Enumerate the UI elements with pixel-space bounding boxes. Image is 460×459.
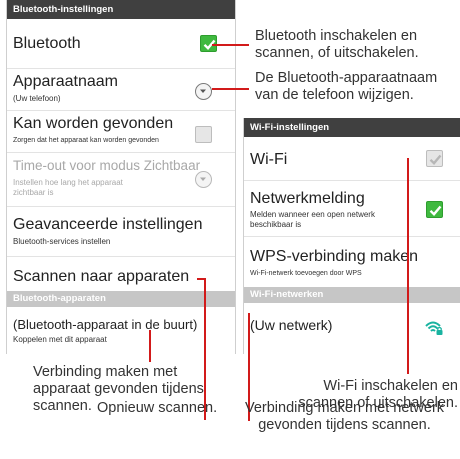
network-notification-row[interactable]: Netwerkmelding Melden wanneer een open n… <box>244 181 460 237</box>
visibility-timeout-subtitle: Instellen hoe lang het apparaat zichtbaa… <box>13 178 123 197</box>
advanced-settings-subtitle: Bluetooth-services instellen <box>13 237 111 246</box>
network-notification-label: Netwerkmelding <box>250 190 365 207</box>
advanced-settings-label: Geavanceerde instellingen <box>13 216 203 233</box>
bluetooth-toggle-row[interactable]: Bluetooth <box>7 19 235 69</box>
wifi-network-name: (Uw netwerk) <box>250 317 333 333</box>
wifi-network-row[interactable]: (Uw netwerk) <box>244 303 460 354</box>
callout-bt-name: De Bluetooth-apparaatnaam van de telefoo… <box>255 70 438 103</box>
bluetooth-toggle-label: Bluetooth <box>13 35 81 52</box>
wifi-checkbox[interactable] <box>426 150 443 167</box>
callout-bt-toggle: Bluetooth inschakelen en scannen, of uit… <box>255 28 419 61</box>
checkmark-icon <box>429 154 442 165</box>
wifi-toggle-label: Wi-Fi <box>250 151 288 168</box>
device-name-row[interactable]: Apparaatnaam (Uw telefoon) <box>7 69 235 111</box>
bluetooth-devices-header: Bluetooth-apparaten <box>7 291 235 307</box>
wps-connection-row[interactable]: WPS-verbinding maken Wi-Fi-netwerk toevo… <box>244 237 460 287</box>
scan-devices-row[interactable]: Scannen naar apparaten <box>7 257 235 291</box>
bluetooth-settings-header: Bluetooth-instellingen <box>7 0 235 19</box>
dropdown-arrow-icon[interactable] <box>195 171 212 188</box>
nearby-device-row[interactable]: (Bluetooth-apparaat in de buurt) Koppele… <box>7 307 235 354</box>
network-notification-checkbox[interactable] <box>426 201 443 218</box>
discoverable-subtitle: Zorgen dat het apparaat kan worden gevon… <box>13 137 159 144</box>
wifi-toggle-row[interactable]: Wi-Fi <box>244 137 460 181</box>
wifi-settings-screen: Wi-Fi-instellingen Wi-Fi Netwerkmelding … <box>243 118 460 354</box>
wifi-settings-header: Wi-Fi-instellingen <box>244 118 460 137</box>
callout-line-bt-toggle <box>212 44 249 46</box>
discoverable-row[interactable]: Kan worden gevonden Zorgen dat het appar… <box>7 111 235 153</box>
wps-connection-label: WPS-verbinding maken <box>250 248 419 265</box>
bluetooth-settings-screen: Bluetooth-instellingen Bluetooth Apparaa… <box>6 0 236 354</box>
nearby-device-subtitle: Koppelen met dit apparaat <box>13 335 107 344</box>
advanced-settings-row[interactable]: Geavanceerde instellingen Bluetooth-serv… <box>7 207 235 257</box>
device-name-label: Apparaatnaam <box>13 73 118 90</box>
visibility-timeout-label: Time-out voor modus Zichtbaar <box>13 158 201 173</box>
wifi-networks-header: Wi-Fi-netwerken <box>244 287 460 303</box>
wps-connection-subtitle: Wi-Fi-netwerk toevoegen door WPS <box>250 270 362 277</box>
checkmark-icon <box>429 205 442 216</box>
wifi-lock-icon <box>425 321 443 335</box>
callout-bt-rescan: Opnieuw scannen. <box>97 400 218 416</box>
network-notification-subtitle: Melden wanneer een open netwerk beschikb… <box>250 210 375 229</box>
discoverable-label: Kan worden gevonden <box>13 115 174 132</box>
callout-line-bt-name <box>212 88 249 90</box>
nearby-device-name: (Bluetooth-apparaat in de buurt) <box>13 317 198 332</box>
scan-devices-label: Scannen naar apparaten <box>13 268 190 285</box>
visibility-timeout-row[interactable]: Time-out voor modus Zichtbaar Instellen … <box>7 153 235 207</box>
callout-wifi-connect: Verbinding maken met netwerk gevonden ti… <box>244 400 445 433</box>
dropdown-arrow-icon[interactable] <box>195 83 212 100</box>
discoverable-checkbox[interactable] <box>195 126 212 143</box>
callout-line-bt-connect <box>149 330 151 362</box>
device-name-value: (Uw telefoon) <box>13 94 61 103</box>
callout-line-wifi-toggle <box>407 158 409 374</box>
